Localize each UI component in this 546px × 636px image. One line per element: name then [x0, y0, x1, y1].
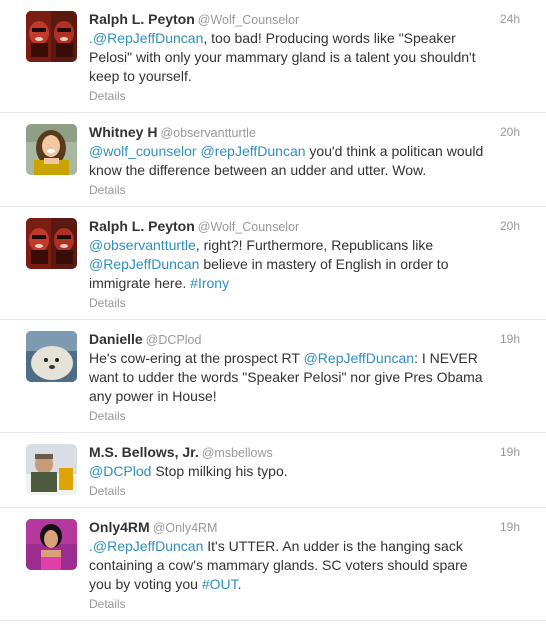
tweet-text-line: you by voting you #OUT.	[89, 575, 536, 594]
tweet-text: @observantturtle, right?! Furthermore, R…	[89, 236, 536, 293]
details-link[interactable]: Details	[89, 597, 536, 612]
avatar[interactable]	[26, 444, 77, 495]
tweet-text: He's cow-ering at the prospect RT @RepJe…	[89, 349, 536, 406]
mention-link[interactable]: @RepJeffDuncan	[304, 350, 414, 366]
tweet-text-line: @observantturtle, right?! Furthermore, R…	[89, 236, 536, 255]
tweet-text-segment: .	[237, 576, 242, 592]
details-link[interactable]: Details	[89, 409, 536, 424]
tweet-text-segment: containing a cow's mammary glands. SC vo…	[89, 557, 468, 573]
tweet-username[interactable]: @Wolf_Counselor	[198, 13, 299, 27]
tweet-fullname[interactable]: Only4RM	[89, 519, 150, 535]
tweet-text: @wolf_counselor @repJeffDuncan you'd thi…	[89, 142, 536, 180]
tweet-text-segment: any power in House!	[89, 388, 217, 404]
tweet-text-segment: believe in mastery of English in order t…	[199, 256, 449, 272]
tweet-timestamp[interactable]: 19h	[500, 518, 520, 536]
tweet-fullname[interactable]: Whitney H	[89, 124, 157, 140]
tweet-text-segment: you'd think a politican would	[305, 143, 484, 159]
tweet-fullname[interactable]: M.S. Bellows, Jr.	[89, 444, 199, 460]
tweet-text-segment: He's cow-ering at the prospect RT	[89, 350, 304, 366]
hashtag-link[interactable]: #OUT	[202, 576, 238, 592]
tweet-username[interactable]: @msbellows	[202, 446, 273, 460]
tweet-text-segment: Stop milking his typo.	[151, 463, 288, 479]
tweet-text-line: immigrate here. #Irony	[89, 274, 536, 293]
tweet-item[interactable]: Whitney H @observantturtle 20h @wolf_counse…	[0, 113, 546, 207]
tweet-timestamp[interactable]: 20h	[500, 217, 520, 235]
tweet-header: Whitney H @observantturtle 20h	[89, 123, 536, 141]
tweet-text-line: Pelosi" with only your mammary gland is …	[89, 48, 536, 67]
tweet-text-segment: want to udder the words "Speaker Pelosi"…	[89, 369, 483, 385]
tweet-text: .@RepJeffDuncan, too bad! Producing word…	[89, 29, 536, 86]
tweet-text-line: know the difference between an udder and…	[89, 161, 536, 180]
avatar[interactable]	[26, 519, 77, 570]
tweet-text-segment: immigrate here.	[89, 275, 191, 291]
tweet-timestamp[interactable]: 19h	[500, 330, 520, 348]
details-link[interactable]: Details	[89, 296, 536, 311]
tweet-header: Ralph L. Peyton @Wolf_Counselor 24h	[89, 10, 536, 28]
tweet-fullname[interactable]: Ralph L. Peyton	[89, 11, 195, 27]
tweet-text-line: keep to yourself.	[89, 67, 536, 86]
avatar[interactable]	[26, 11, 77, 62]
tweet-timestamp[interactable]: 19h	[500, 443, 520, 461]
tweet-text-segment: , too bad! Producing words like "Speaker	[203, 30, 456, 46]
tweet-text-line: any power in House!	[89, 387, 536, 406]
tweet-text: @DCPlod Stop milking his typo.	[89, 462, 536, 481]
tweet-text-line: He's cow-ering at the prospect RT @RepJe…	[89, 349, 536, 368]
tweet-text-segment: Pelosi" with only your mammary gland is …	[89, 49, 476, 65]
mention-link[interactable]: .@RepJeffDuncan	[89, 538, 203, 554]
tweet-item[interactable]: Danielle @DCPlod 19h He's cow-ering at the …	[0, 320, 546, 433]
tweet-text-segment: you by voting you	[89, 576, 202, 592]
mention-link[interactable]: @wolf_counselor	[89, 143, 197, 159]
tweet-fullname[interactable]: Danielle	[89, 331, 143, 347]
hashtag-link[interactable]: #Irony	[190, 275, 229, 291]
details-link[interactable]: Details	[89, 183, 536, 198]
tweet-item[interactable]: M.S. Bellows, Jr. @msbellows 19h @DCPlod St…	[0, 433, 546, 508]
tweet-username[interactable]: @observantturtle	[160, 126, 255, 140]
tweet-timestamp[interactable]: 20h	[500, 123, 520, 141]
tweet-text-line: @DCPlod Stop milking his typo.	[89, 462, 536, 481]
tweet-text-segment: , right?! Furthermore, Republicans like	[195, 237, 434, 253]
tweet-timestamp[interactable]: 24h	[500, 10, 520, 28]
tweet-text-line: @RepJeffDuncan believe in mastery of Eng…	[89, 255, 536, 274]
tweet-header: Danielle @DCPlod 19h	[89, 330, 536, 348]
tweet-text-segment: It's UTTER. An udder is the hanging sack	[203, 538, 463, 554]
tweet-text-segment: know the difference between an udder and…	[89, 162, 427, 178]
mention-link[interactable]: @repJeffDuncan	[201, 143, 306, 159]
avatar[interactable]	[26, 124, 77, 175]
tweet-item[interactable]: Only4RM @Only4RM 19h .@RepJeffDuncan It's U…	[0, 508, 546, 621]
mention-link[interactable]: @DCPlod	[89, 463, 151, 479]
tweet-header: Ralph L. Peyton @Wolf_Counselor 20h	[89, 217, 536, 235]
tweet-text: .@RepJeffDuncan It's UTTER. An udder is …	[89, 537, 536, 594]
tweet-text-segment: keep to yourself.	[89, 68, 192, 84]
tweet-username[interactable]: @Only4RM	[153, 521, 218, 535]
tweet-text-segment: : I NEVER	[414, 350, 478, 366]
mention-link[interactable]: @RepJeffDuncan	[89, 256, 199, 272]
avatar[interactable]	[26, 218, 77, 269]
tweet-text-line: @wolf_counselor @repJeffDuncan you'd thi…	[89, 142, 536, 161]
tweet-username[interactable]: @DCPlod	[146, 333, 202, 347]
tweet-fullname[interactable]: Ralph L. Peyton	[89, 218, 195, 234]
tweet-text-line: .@RepJeffDuncan It's UTTER. An udder is …	[89, 537, 536, 556]
avatar[interactable]	[26, 331, 77, 382]
details-link[interactable]: Details	[89, 484, 536, 499]
tweet-header: Only4RM @Only4RM 19h	[89, 518, 536, 536]
mention-link[interactable]: .@RepJeffDuncan	[89, 30, 203, 46]
details-link[interactable]: Details	[89, 89, 536, 104]
tweet-item[interactable]: Ralph L. Peyton @Wolf_Counselor 24h .@RepJe…	[0, 0, 546, 113]
tweet-username[interactable]: @Wolf_Counselor	[198, 220, 299, 234]
tweet-header: M.S. Bellows, Jr. @msbellows 19h	[89, 443, 536, 461]
tweet-text-line: .@RepJeffDuncan, too bad! Producing word…	[89, 29, 536, 48]
mention-link[interactable]: @observantturtle	[89, 237, 196, 253]
tweet-item[interactable]: Ralph L. Peyton @Wolf_Counselor 20h @observ…	[0, 207, 546, 320]
tweet-text-line: containing a cow's mammary glands. SC vo…	[89, 556, 536, 575]
tweet-text-line: want to udder the words "Speaker Pelosi"…	[89, 368, 536, 387]
tweet-stream: Ralph L. Peyton @Wolf_Counselor 24h .@RepJe…	[0, 0, 546, 621]
